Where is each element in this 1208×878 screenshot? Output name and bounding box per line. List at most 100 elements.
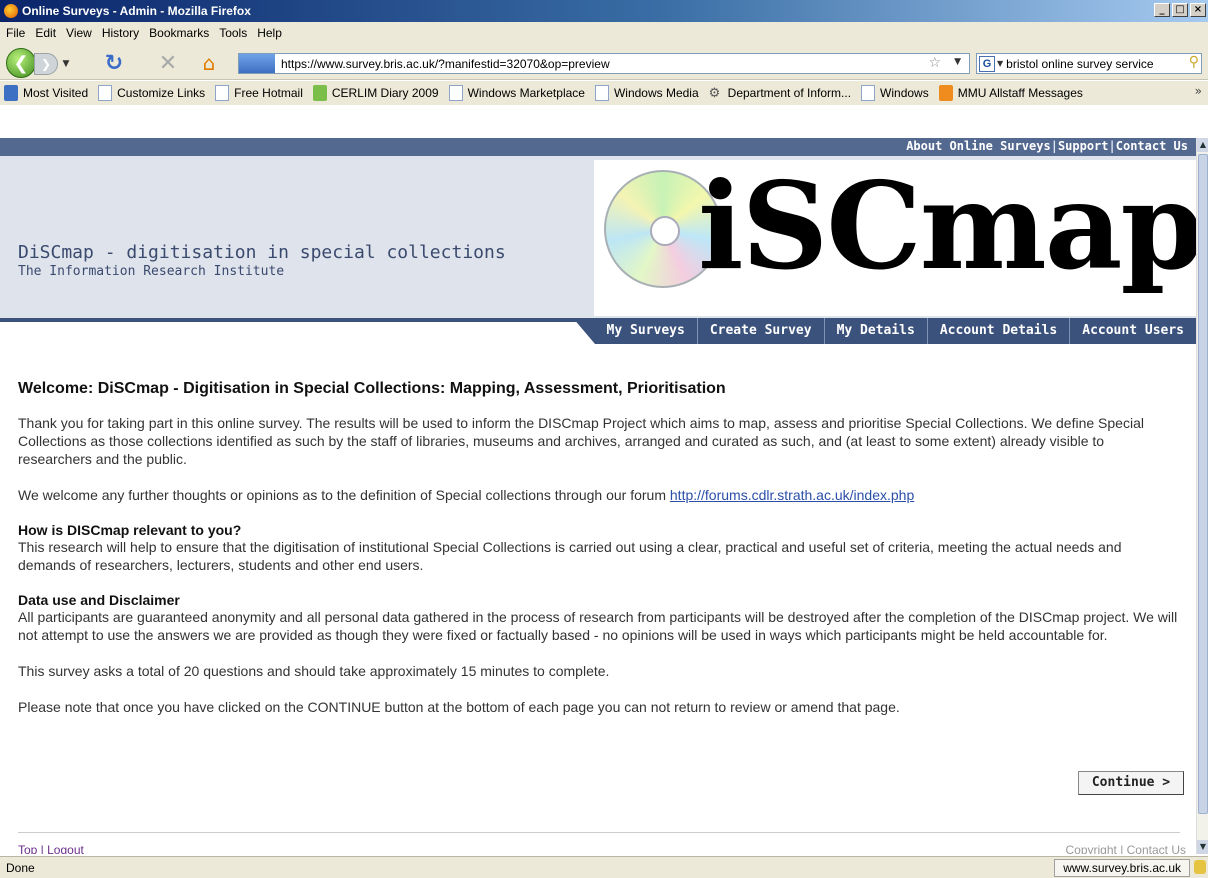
lock-icon[interactable] [1194,860,1206,874]
window-titlebar: Online Surveys - Admin - Mozilla Firefox… [0,0,1208,22]
main-nav: My Surveys Create Survey My Details Acco… [0,318,1196,344]
bookmark-star-icon[interactable]: ☆ [928,55,941,71]
status-bar: Done www.survey.bris.ac.uk [0,856,1208,878]
bookmark-windows[interactable]: Windows [861,85,929,101]
window-title: Online Surveys - Admin - Mozilla Firefox [22,4,251,18]
bookmark-label: Free Hotmail [234,86,303,100]
status-text: Done [6,861,35,875]
relevance-text: This research will help to ensure that t… [18,539,1122,573]
relevance-heading: How is DISCmap relevant to you? [18,522,242,538]
disclaimer-heading: Data use and Disclaimer [18,592,180,608]
forum-link[interactable]: http://forums.cdlr.strath.ac.uk/index.ph… [670,487,914,503]
tab-my-surveys[interactable]: My Surveys [595,318,698,344]
minimize-button[interactable]: _ [1154,3,1170,17]
window-controls: _ □ × [1154,3,1206,17]
tab-account-users[interactable]: Account Users [1070,318,1196,344]
bookmark-windows-marketplace[interactable]: Windows Marketplace [448,85,585,101]
bookmark-customize-links[interactable]: Customize Links [98,85,205,101]
menu-tools[interactable]: Tools [219,26,247,40]
site-identity-icon[interactable] [239,54,275,73]
page-icon [215,85,230,101]
bookmark-label: Windows Media [613,86,699,100]
bookmark-label: Customize Links [117,86,206,100]
calendar-icon [312,85,327,101]
about-link[interactable]: About Online Surveys [906,139,1051,153]
length-paragraph: This survey asks a total of 20 questions… [18,663,610,679]
top-links: About Online Surveys|Support|Contact Us [0,138,1196,156]
menu-bookmarks[interactable]: Bookmarks [149,26,209,40]
footer-copyright[interactable]: Copyright | Contact Us [1066,843,1187,854]
navigation-toolbar: ❮ ❯ ▼ ↻ ✕ ⌂ https://www.survey.bris.ac.u… [0,44,1208,80]
menu-help[interactable]: Help [257,26,282,40]
page-icon [594,85,609,101]
menu-view[interactable]: View [66,26,92,40]
bookmark-windows-media[interactable]: Windows Media [594,85,699,101]
tab-account-details[interactable]: Account Details [928,318,1071,344]
bookmark-label: CERLIM Diary 2009 [331,86,439,100]
web-page: About Online Surveys|Support|Contact Us … [0,138,1196,854]
tab-my-details[interactable]: My Details [825,318,928,344]
intro-paragraph: Thank you for taking part in this online… [18,415,1144,467]
url-bar[interactable]: https://www.survey.bris.ac.uk/?manifesti… [238,53,970,74]
chevron-right-icon[interactable]: » [1195,84,1202,98]
menu-file[interactable]: File [6,26,25,40]
engine-dropdown-icon[interactable]: ▼ [997,59,1003,68]
search-icon[interactable]: ⚲ [1189,54,1199,70]
rss-icon [938,85,953,101]
bookmark-label: Windows Marketplace [467,86,585,100]
forward-button[interactable]: ❯ [34,53,58,75]
bookmarks-toolbar: Most Visited Customize Links Free Hotmai… [0,81,1208,105]
contact-link[interactable]: Contact Us [1116,139,1188,153]
bookmark-cerlim-diary[interactable]: CERLIM Diary 2009 [312,85,439,101]
relevance-section: How is DISCmap relevant to you? This rese… [18,522,1178,574]
forum-paragraph: We welcome any further thoughts or opini… [18,486,1178,504]
url-text[interactable]: https://www.survey.bris.ac.uk/?manifesti… [281,57,610,71]
discmap-logo: iSCmap [594,156,1196,316]
bookmark-most-visited[interactable]: Most Visited [4,85,88,101]
scroll-thumb[interactable] [1198,154,1208,814]
google-engine-icon[interactable]: G [979,55,995,72]
search-bar[interactable]: G ▼ bristol online survey service ⚲ [976,53,1202,74]
logo-text: iSCmap [698,156,1196,297]
site-subtitle: The Information Research Institute [18,264,285,279]
back-button[interactable]: ❮ [6,48,36,78]
history-dropdown-icon[interactable]: ▼ [60,56,72,72]
search-input[interactable]: bristol online survey service [1006,57,1153,71]
page-icon [98,85,113,101]
tab-create-survey[interactable]: Create Survey [698,318,825,344]
gear-icon: ⚙ [708,85,721,100]
url-dropdown-icon[interactable]: ▼ [954,57,961,67]
bookmark-free-hotmail[interactable]: Free Hotmail [215,85,303,101]
status-domain: www.survey.bris.ac.uk [1054,859,1190,877]
nav-tabs: My Surveys Create Survey My Details Acco… [572,318,1196,344]
page-icon [448,85,463,101]
footer-links[interactable]: Top | Logout [18,843,84,854]
bookmark-mmu-allstaff[interactable]: MMU Allstaff Messages [938,85,1083,101]
footer-divider [18,832,1180,833]
note-paragraph: Please note that once you have clicked o… [18,699,900,715]
scroll-down-icon[interactable]: ▼ [1197,840,1208,854]
bookmark-label: Windows [880,86,929,100]
scroll-up-icon[interactable]: ▲ [1197,138,1208,152]
close-button[interactable]: × [1190,3,1206,17]
firefox-icon [4,4,18,18]
site-name: DiSCmap - digitisation in special collec… [18,242,506,263]
bookmark-label: MMU Allstaff Messages [957,86,1083,100]
page-icon [861,85,876,101]
menu-history[interactable]: History [102,26,139,40]
support-link[interactable]: Support [1058,139,1109,153]
reload-icon[interactable]: ↻ [102,51,126,76]
home-icon[interactable]: ⌂ [196,51,222,75]
forum-text: We welcome any further thoughts or opini… [18,487,670,503]
continue-button[interactable]: Continue > [1078,771,1184,795]
menu-bar: File Edit View History Bookmarks Tools H… [0,22,1208,44]
bookmark-label: Department of Inform... [727,86,852,100]
bookmark-label: Most Visited [23,86,89,100]
most-visited-icon [4,85,18,101]
bookmark-department[interactable]: ⚙ Department of Inform... [709,85,851,101]
disclaimer-text: All participants are guaranteed anonymit… [18,609,1178,643]
menu-edit[interactable]: Edit [35,26,56,40]
vertical-scrollbar[interactable]: ▲ ▼ [1196,138,1208,854]
stop-icon[interactable]: ✕ [156,51,180,76]
maximize-button[interactable]: □ [1172,3,1188,17]
